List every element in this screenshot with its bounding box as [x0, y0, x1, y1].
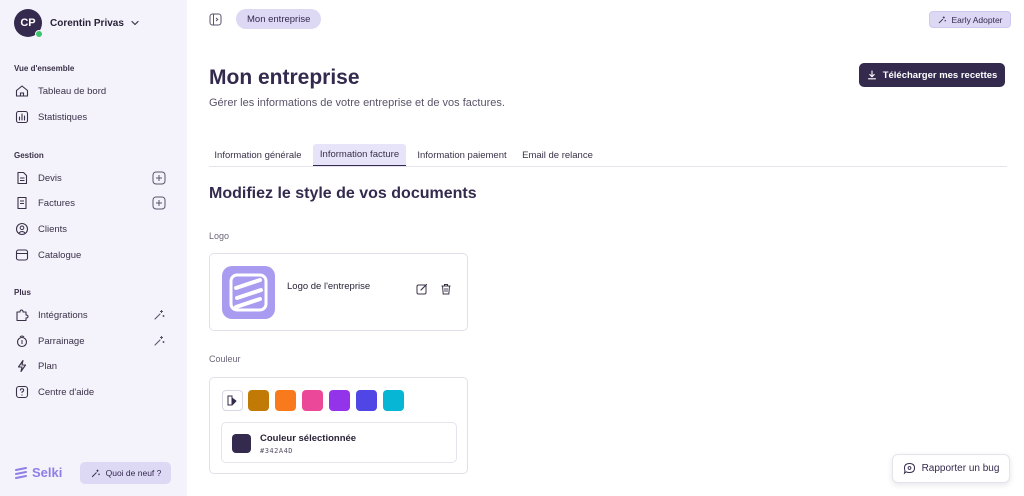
home-icon: [15, 85, 29, 97]
logo-name: Logo de l'entreprise: [287, 281, 371, 292]
lightning-icon: [17, 359, 27, 373]
sidebar-item-label: Clients: [38, 223, 68, 235]
sidebar-item-label: Catalogue: [38, 249, 82, 261]
puzzle-icon: [16, 309, 29, 322]
logo-label: Logo: [209, 231, 230, 241]
logo-card: Logo de l'entreprise: [209, 253, 468, 331]
brand-name: Selki: [32, 465, 63, 480]
trash-icon[interactable]: [440, 283, 452, 295]
color-swatch[interactable]: [302, 390, 323, 411]
avatar: CP: [14, 9, 43, 38]
sidebar-item-label: Intégrations: [38, 309, 88, 321]
sidebar-item-label: Statistiques: [38, 111, 88, 123]
sidebar: CP Corentin Privas Vue d'ensemble Tablea…: [0, 0, 187, 496]
gift-icon: [16, 335, 28, 348]
whats-new-button[interactable]: Quoi de neuf ?: [80, 462, 171, 484]
early-adopter-label: Early Adopter: [951, 14, 1003, 25]
sidebar-item-plan[interactable]: Plan: [14, 355, 174, 377]
color-card: Couleur sélectionnée #342A4D: [209, 377, 468, 474]
tab-general-info[interactable]: Information générale: [209, 144, 307, 166]
selected-color-hex: #342A4D: [260, 447, 294, 455]
sparkle-icon: [939, 15, 947, 23]
tab-reminder-email[interactable]: Email de relance: [518, 144, 597, 166]
plus-icon[interactable]: [152, 171, 166, 185]
custom-color-button[interactable]: [222, 390, 243, 411]
whats-new-label: Quoi de neuf ?: [105, 468, 162, 478]
color-swatch[interactable]: [275, 390, 296, 411]
color-swatch[interactable]: [329, 390, 350, 411]
sidebar-section-gestion: Gestion: [14, 151, 44, 160]
tab-invoice-info[interactable]: Information facture: [313, 144, 406, 166]
sidebar-item-devis[interactable]: Devis: [14, 167, 174, 189]
chat-bug-icon: [903, 462, 915, 475]
sidebar-item-statistics[interactable]: Statistiques: [14, 106, 174, 128]
chevron-down-icon: [131, 20, 139, 26]
sparkle-icon: [91, 469, 100, 477]
color-picker-icon: [227, 395, 237, 406]
section-title: Modifiez le style de vos documents: [209, 185, 477, 202]
sidebar-section-overview: Vue d'ensemble: [14, 64, 75, 73]
page-subtitle: Gérer les informations de votre entrepri…: [209, 97, 505, 109]
selected-color-box: Couleur sélectionnée #342A4D: [221, 422, 457, 463]
document-icon: [17, 171, 28, 185]
sidebar-item-catalogue[interactable]: Catalogue: [14, 244, 174, 266]
report-bug-label: Rapporter un bug: [921, 463, 1000, 474]
selected-color-chip: [232, 434, 251, 453]
sidebar-section-plus: Plus: [14, 288, 31, 297]
avatar-initials: CP: [20, 17, 36, 29]
selected-color-label: Couleur sélectionnée: [260, 433, 357, 444]
sidebar-item-label: Factures: [38, 197, 75, 209]
color-swatch[interactable]: [248, 390, 269, 411]
help-icon: [15, 385, 29, 399]
sidebar-item-label: Centre d'aide: [38, 386, 95, 398]
plus-icon[interactable]: [152, 196, 166, 210]
tabs: Information générale Information facture…: [209, 144, 1007, 167]
download-icon: [867, 70, 876, 80]
sidebar-item-clients[interactable]: Clients: [14, 218, 174, 240]
breadcrumb[interactable]: Mon entreprise: [236, 9, 322, 29]
color-label: Couleur: [209, 354, 241, 364]
sidebar-item-dashboard[interactable]: Tableau de bord: [14, 80, 174, 102]
user-circle-icon: [15, 222, 29, 236]
panel-toggle-icon[interactable]: [209, 13, 222, 26]
sidebar-item-factures[interactable]: Factures: [14, 192, 174, 214]
chart-icon: [15, 110, 29, 124]
color-swatch[interactable]: [383, 390, 404, 411]
catalog-icon: [15, 249, 29, 261]
download-label: Télécharger mes recettes: [882, 69, 998, 81]
edit-icon[interactable]: [416, 283, 428, 295]
early-adopter-badge[interactable]: Early Adopter: [929, 11, 1011, 28]
color-swatch[interactable]: [356, 390, 377, 411]
sidebar-item-parrainage[interactable]: Parrainage: [14, 330, 174, 352]
selki-logo-icon: [229, 273, 268, 312]
sidebar-item-label: Parrainage: [38, 335, 85, 347]
page-title: Mon entreprise: [209, 66, 360, 89]
sidebar-item-label: Plan: [38, 360, 58, 372]
company-logo: [222, 266, 275, 319]
sparkle-icon: [154, 336, 165, 346]
sidebar-item-integrations[interactable]: Intégrations: [14, 304, 174, 326]
online-status-dot: [35, 30, 43, 38]
sparkle-icon: [154, 310, 165, 320]
download-revenue-button[interactable]: Télécharger mes recettes: [859, 63, 1005, 87]
user-name: Corentin Privas: [50, 17, 124, 29]
tab-payment-info[interactable]: Information paiement: [412, 144, 512, 166]
selki-logo-icon: [15, 466, 27, 479]
user-menu[interactable]: CP Corentin Privas: [14, 9, 140, 38]
sidebar-item-help[interactable]: Centre d'aide: [14, 381, 174, 403]
invoice-icon: [17, 196, 27, 210]
brand-logo[interactable]: Selki: [14, 465, 62, 480]
report-bug-button[interactable]: Rapporter un bug: [892, 454, 1010, 483]
sidebar-item-label: Tableau de bord: [38, 85, 107, 97]
sidebar-item-label: Devis: [38, 172, 62, 184]
